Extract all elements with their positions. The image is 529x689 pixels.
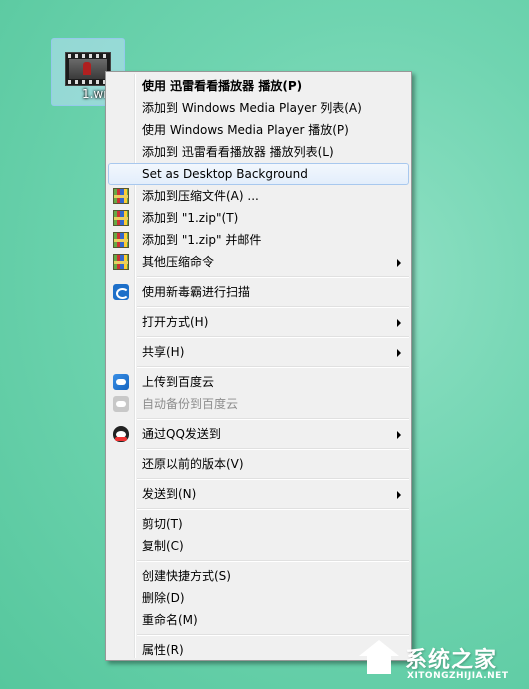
menu-item-upload-baidu-cloud[interactable]: 上传到百度云 (108, 371, 409, 393)
menu-item-share[interactable]: 共享(H) (108, 341, 409, 363)
menu-separator (137, 336, 409, 338)
menu-item-auto-backup-baidu-cloud: 自动备份到百度云 (108, 393, 409, 415)
submenu-arrow-icon (397, 319, 401, 327)
submenu-arrow-icon (397, 349, 401, 357)
menu-item-send-via-qq[interactable]: 通过QQ发送到 (108, 423, 409, 445)
menu-separator (137, 448, 409, 450)
menu-item-add-to-archive[interactable]: 添加到压缩文件(A) ... (108, 185, 409, 207)
watermark-logo: 系统之家 XITONGZHIJIA.NET (355, 636, 527, 686)
menu-item-add-to-xunlei-list[interactable]: 添加到 迅雷看看播放器 播放列表(L) (108, 141, 409, 163)
house-logo-icon (359, 640, 399, 676)
menu-item-duba-scan[interactable]: 使用新毒霸进行扫描 (108, 281, 409, 303)
menu-item-other-compress-commands[interactable]: 其他压缩命令 (108, 251, 409, 273)
menu-item-delete[interactable]: 删除(D) (108, 587, 409, 609)
menu-separator (137, 508, 409, 510)
menu-separator (137, 560, 409, 562)
menu-separator (137, 478, 409, 480)
menu-separator (137, 418, 409, 420)
antivirus-scan-icon (113, 284, 129, 300)
menu-item-cut[interactable]: 剪切(T) (108, 513, 409, 535)
qq-penguin-icon (113, 426, 129, 442)
baidu-cloud-icon (113, 396, 129, 412)
winrar-icon (113, 254, 129, 270)
menu-item-restore-previous-versions[interactable]: 还原以前的版本(V) (108, 453, 409, 475)
watermark-cn-text: 系统之家 (405, 648, 498, 673)
menu-item-open-with[interactable]: 打开方式(H) (108, 311, 409, 333)
menu-item-copy[interactable]: 复制(C) (108, 535, 409, 557)
baidu-cloud-icon (113, 374, 129, 390)
menu-item-add-to-wmp-list[interactable]: 添加到 Windows Media Player 列表(A) (108, 97, 409, 119)
menu-item-create-shortcut[interactable]: 创建快捷方式(S) (108, 565, 409, 587)
watermark-en-text: XITONGZHIJIA.NET (407, 671, 509, 681)
context-menu: 使用 迅雷看看播放器 播放(P) 添加到 Windows Media Playe… (105, 71, 412, 661)
menu-item-add-to-zip-and-email[interactable]: 添加到 "1.zip" 并邮件 (108, 229, 409, 251)
submenu-arrow-icon (397, 259, 401, 267)
menu-item-add-to-zip[interactable]: 添加到 "1.zip"(T) (108, 207, 409, 229)
menu-item-set-desktop-background[interactable]: Set as Desktop Background (108, 163, 409, 185)
winrar-icon (113, 210, 129, 226)
menu-separator (137, 276, 409, 278)
menu-separator (137, 306, 409, 308)
menu-item-play-wmp[interactable]: 使用 Windows Media Player 播放(P) (108, 119, 409, 141)
submenu-arrow-icon (397, 431, 401, 439)
menu-item-play-xunlei[interactable]: 使用 迅雷看看播放器 播放(P) (108, 75, 409, 97)
submenu-arrow-icon (397, 491, 401, 499)
winrar-icon (113, 188, 129, 204)
menu-separator (137, 366, 409, 368)
menu-item-rename[interactable]: 重命名(M) (108, 609, 409, 631)
menu-item-send-to[interactable]: 发送到(N) (108, 483, 409, 505)
winrar-icon (113, 232, 129, 248)
